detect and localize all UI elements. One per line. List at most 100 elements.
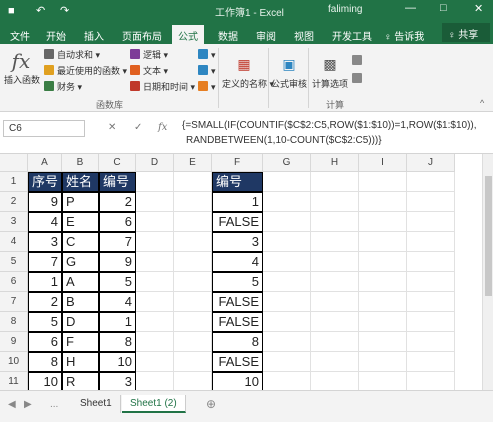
cell[interactable] xyxy=(359,292,407,312)
sheet-tab-sheet1[interactable]: Sheet1 xyxy=(72,395,121,413)
cell[interactable] xyxy=(174,212,212,232)
tab-page-layout[interactable]: 页面布局 xyxy=(116,25,168,44)
cell[interactable]: H xyxy=(62,352,99,372)
close-icon[interactable]: ✕ xyxy=(474,2,483,15)
cell[interactable] xyxy=(359,372,407,390)
cell[interactable] xyxy=(136,332,174,352)
cell[interactable] xyxy=(174,232,212,252)
cell[interactable] xyxy=(136,212,174,232)
more-functions-button[interactable]: ▾ xyxy=(198,80,216,94)
cell[interactable]: FALSE xyxy=(212,212,263,232)
autosum-button[interactable]: 自动求和 ▾ xyxy=(44,48,100,62)
cell[interactable] xyxy=(407,372,455,390)
cell[interactable] xyxy=(136,192,174,212)
cancel-icon[interactable]: ✕ xyxy=(108,122,116,133)
calc-sheet-button[interactable] xyxy=(352,72,365,86)
column-header[interactable]: B xyxy=(62,154,99,172)
cell[interactable] xyxy=(407,232,455,252)
more-sheets-icon[interactable]: ... xyxy=(50,399,58,410)
cell[interactable]: R xyxy=(62,372,99,390)
cell[interactable]: 3 xyxy=(28,232,62,252)
redo-icon[interactable]: ↷ xyxy=(60,3,69,19)
cell[interactable] xyxy=(263,212,311,232)
cell[interactable] xyxy=(311,232,359,252)
cell[interactable] xyxy=(407,272,455,292)
cell[interactable]: A xyxy=(62,272,99,292)
row-header[interactable]: 2 xyxy=(0,192,28,212)
cell[interactable] xyxy=(359,252,407,272)
cell[interactable] xyxy=(174,352,212,372)
cell[interactable] xyxy=(174,332,212,352)
cell[interactable] xyxy=(174,252,212,272)
cell[interactable] xyxy=(263,332,311,352)
cell[interactable]: 5 xyxy=(99,272,136,292)
cell[interactable] xyxy=(263,292,311,312)
cell[interactable]: 10 xyxy=(99,352,136,372)
cell[interactable]: 3 xyxy=(99,372,136,390)
cell[interactable] xyxy=(174,312,212,332)
cell[interactable] xyxy=(263,232,311,252)
datetime-button[interactable]: 日期和时间 ▾ xyxy=(130,80,195,94)
name-box[interactable]: C6 xyxy=(3,120,85,137)
cell[interactable] xyxy=(136,172,174,192)
logical-button[interactable]: 逻辑 ▾ xyxy=(130,48,168,62)
collapse-ribbon-icon[interactable]: ^ xyxy=(480,96,484,110)
cell[interactable] xyxy=(311,172,359,192)
text-button[interactable]: 文本 ▾ xyxy=(130,64,168,78)
cell[interactable] xyxy=(311,192,359,212)
cell[interactable] xyxy=(136,352,174,372)
cell[interactable]: 姓名 xyxy=(62,172,99,192)
row-header[interactable]: 6 xyxy=(0,272,28,292)
cell[interactable]: 编号 xyxy=(99,172,136,192)
cell[interactable] xyxy=(359,352,407,372)
undo-icon[interactable]: ↶ xyxy=(36,3,45,19)
fx-icon[interactable]: fx xyxy=(158,122,167,133)
cell[interactable]: 1 xyxy=(99,312,136,332)
cell[interactable]: 1 xyxy=(28,272,62,292)
cell[interactable] xyxy=(407,252,455,272)
cell[interactable]: 8 xyxy=(212,332,263,352)
cell[interactable] xyxy=(263,272,311,292)
cell[interactable]: G xyxy=(62,252,99,272)
scrollbar-thumb[interactable] xyxy=(485,176,492,296)
column-header[interactable]: G xyxy=(263,154,311,172)
row-header[interactable]: 9 xyxy=(0,332,28,352)
cell[interactable]: 7 xyxy=(28,252,62,272)
cell[interactable]: 10 xyxy=(212,372,263,390)
cell[interactable] xyxy=(263,372,311,390)
row-header[interactable]: 10 xyxy=(0,352,28,372)
cell[interactable] xyxy=(359,272,407,292)
cell[interactable]: 6 xyxy=(99,212,136,232)
math-button[interactable]: ▾ xyxy=(198,64,216,78)
cell[interactable]: 序号 xyxy=(28,172,62,192)
share-button[interactable]: ♀ 共享 xyxy=(442,23,490,42)
restore-icon[interactable]: □ xyxy=(440,2,447,14)
cell[interactable] xyxy=(359,332,407,352)
cell[interactable] xyxy=(136,292,174,312)
cell[interactable]: F xyxy=(62,332,99,352)
select-all-corner[interactable] xyxy=(0,154,28,172)
tab-insert[interactable]: 插入 xyxy=(78,25,110,44)
calc-options-button[interactable]: ▩ 计算选项 xyxy=(311,54,349,90)
cell[interactable]: 8 xyxy=(99,332,136,352)
tab-formulas[interactable]: 公式 xyxy=(172,25,204,44)
cell[interactable]: 7 xyxy=(99,232,136,252)
column-header[interactable]: I xyxy=(359,154,407,172)
enter-icon[interactable]: ✓ xyxy=(134,122,142,133)
cell[interactable] xyxy=(136,272,174,292)
row-header[interactable]: 5 xyxy=(0,252,28,272)
cell[interactable]: FALSE xyxy=(212,312,263,332)
cell[interactable] xyxy=(359,312,407,332)
tab-developer[interactable]: 开发工具 xyxy=(326,25,378,44)
cell[interactable] xyxy=(311,352,359,372)
column-header[interactable]: C xyxy=(99,154,136,172)
column-header[interactable]: H xyxy=(311,154,359,172)
lookup-button[interactable]: ▾ xyxy=(198,48,216,62)
row-header[interactable]: 1 xyxy=(0,172,28,192)
cell[interactable]: B xyxy=(62,292,99,312)
tab-review[interactable]: 审阅 xyxy=(250,25,282,44)
cell[interactable]: 2 xyxy=(99,192,136,212)
defined-names-button[interactable]: ▦ 定义的名称 ▾ xyxy=(222,54,274,90)
cell[interactable] xyxy=(407,292,455,312)
column-header[interactable]: D xyxy=(136,154,174,172)
